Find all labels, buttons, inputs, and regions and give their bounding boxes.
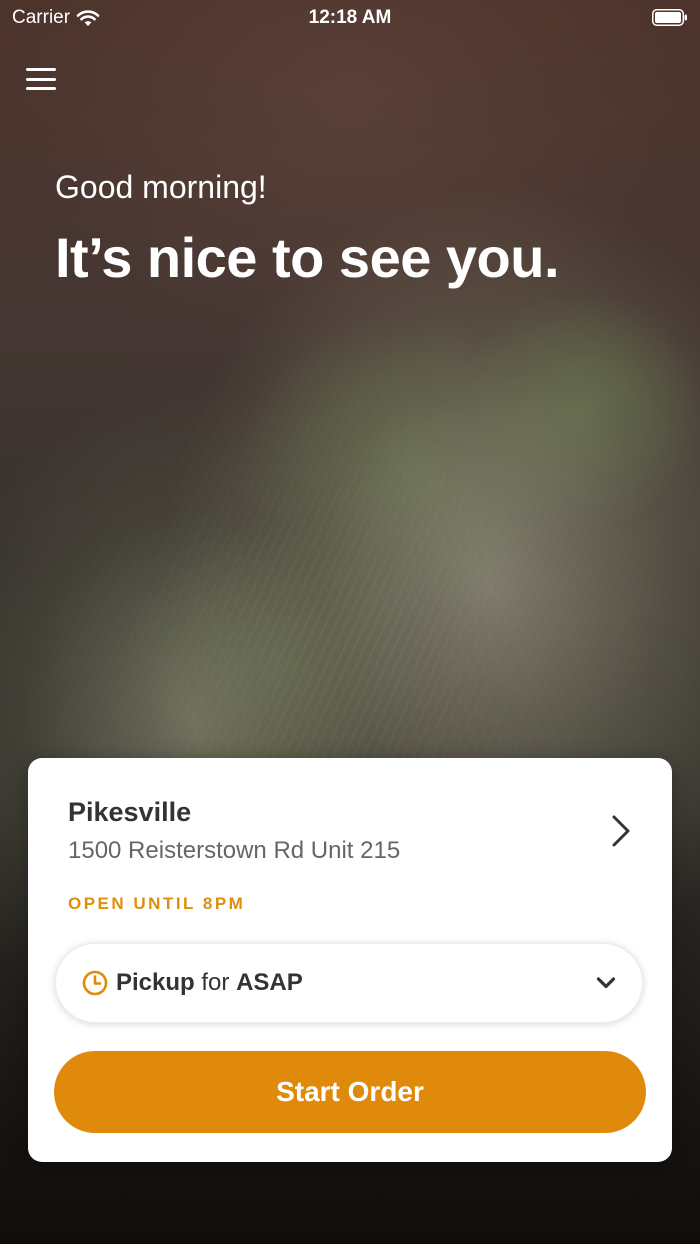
greeting-title: It’s nice to see you. (55, 226, 560, 289)
start-order-button[interactable]: Start Order (54, 1051, 646, 1133)
order-mode-dropdown[interactable]: Pickup for ASAP (55, 943, 643, 1023)
clock-icon (82, 970, 108, 996)
greeting-subtitle: Good morning! (55, 169, 267, 205)
chevron-right-icon (612, 815, 630, 847)
battery-icon (652, 9, 687, 26)
status-time: 12:18 AM (308, 7, 392, 28)
hamburger-menu-icon[interactable] (24, 64, 58, 94)
menu-bar-middle (26, 77, 56, 81)
order-mode-text: Pickup for ASAP (116, 966, 303, 1000)
status-bar: Carrier 12:18 AM (0, 0, 700, 36)
store-address: 1500 Reisterstown Rd Unit 215 (68, 837, 401, 864)
menu-bar-bottom (26, 87, 56, 90)
order-mode-type: Pickup (116, 969, 195, 996)
order-mode-time: ASAP (236, 969, 303, 996)
location-card: Pikesville 1500 Reisterstown Rd Unit 215… (28, 758, 672, 1162)
menu-bar-top (26, 68, 56, 71)
store-hours-status: OPEN UNTIL 8PM (68, 894, 246, 913)
store-location-row[interactable]: Pikesville 1500 Reisterstown Rd Unit 215 (68, 794, 642, 874)
store-name: Pikesville (68, 797, 192, 827)
order-mode-connector: for (201, 969, 230, 996)
chevron-down-icon (596, 977, 616, 989)
